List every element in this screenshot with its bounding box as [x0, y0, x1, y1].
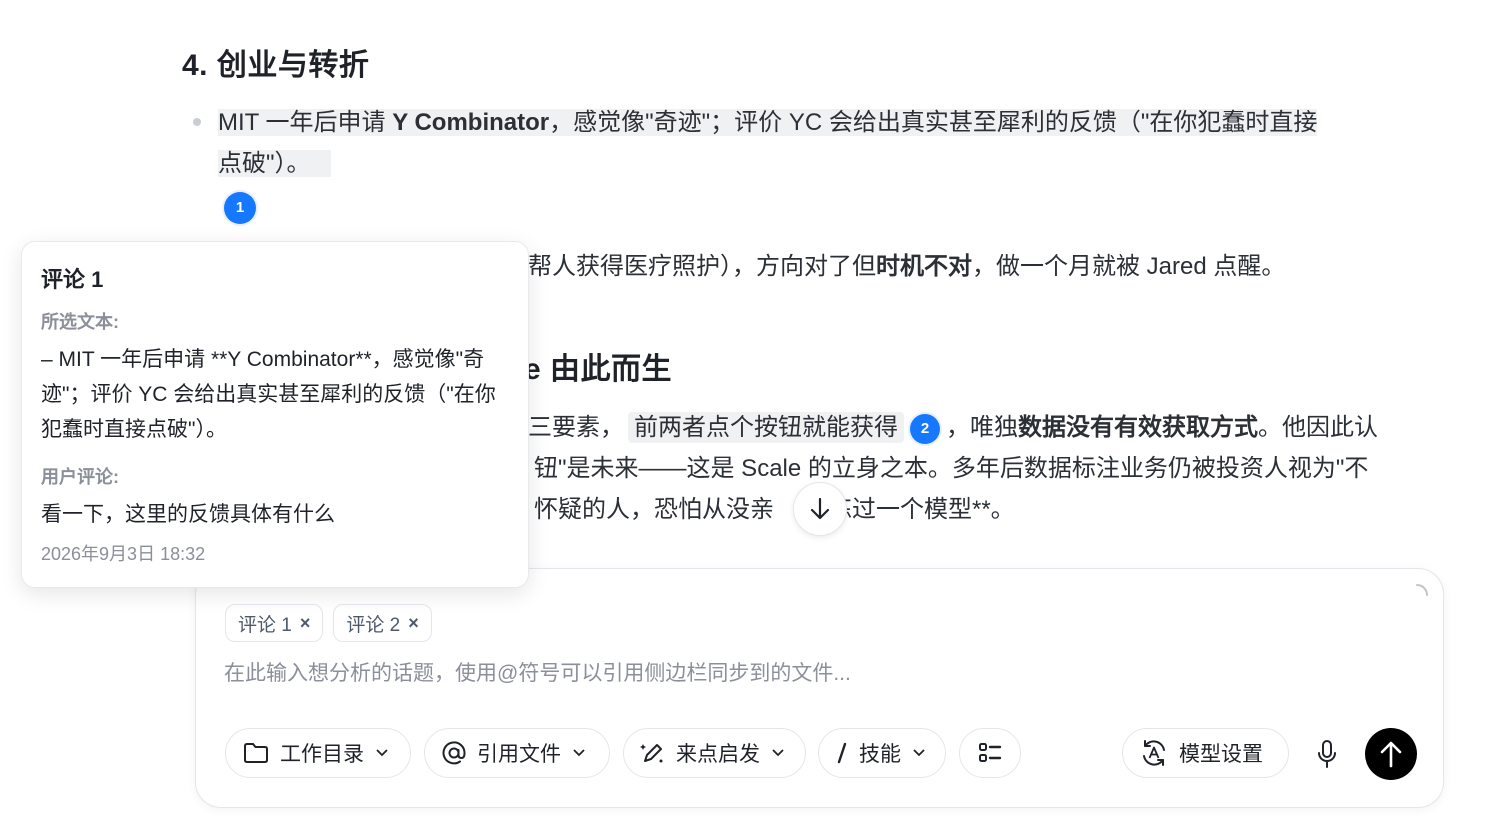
list-layout-icon	[979, 743, 1002, 762]
user-comment-label: 用户评论:	[41, 467, 119, 487]
workdir-button[interactable]: 工作目录	[225, 728, 411, 778]
chevron-down-icon	[376, 749, 388, 757]
model-settings-label: 模型设置	[1179, 743, 1263, 766]
comment-popover: 评论 1 所选文本: – MIT 一年后申请 **Y Combinator**，…	[21, 241, 529, 588]
bullet-text-2: 帮人获得医疗照护），方向对了但时机不对，做一个月就被 Jared 点醒。	[528, 246, 1285, 287]
chat-input[interactable]	[224, 662, 1374, 686]
chevron-down-icon	[772, 749, 784, 757]
paragraph-line-3: 怀疑的人，恐怕从没亲 练过一个模型**。	[534, 489, 1015, 530]
bullet1-bold: Y Combinator	[392, 109, 550, 136]
model-settings-button[interactable]: 模型设置	[1122, 728, 1289, 778]
highlighted-selection-line2[interactable]: 点破"）。	[218, 150, 331, 177]
bullet2-bold: 时机不对	[876, 253, 972, 280]
slash-icon	[837, 742, 847, 764]
comment-marker-1[interactable]: 1	[224, 192, 256, 224]
send-button[interactable]	[1365, 728, 1417, 780]
bullet1-suffix: ，感觉像"奇迹"；评价 YC 会给出真实甚至犀利的反馈（"在你犯蠢时直接	[549, 109, 1318, 136]
skills-button[interactable]: 技能	[818, 728, 946, 778]
highlighted-selection[interactable]: MIT 一年后申请 Y Combinator，感觉像"奇迹"；评价 YC 会给出…	[218, 109, 1318, 136]
paragraph-line-1: 三要素， 前两者点个按钮就能获得 2 ，唯独数据没有有效获取方式。他因此认	[528, 407, 1378, 448]
scroll-to-bottom-button[interactable]	[793, 482, 847, 536]
comment-marker-2[interactable]: 2	[910, 413, 940, 444]
close-icon[interactable]: ×	[408, 613, 419, 634]
folder-icon	[244, 743, 268, 763]
section-heading-4: 4. 创业与转折	[182, 49, 370, 82]
bullet2-prefix: 帮人获得医疗照护），方向对了但	[528, 253, 876, 280]
bullet-text-1: MIT 一年后申请 Y Combinator，感觉像"奇迹"；评价 YC 会给出…	[218, 102, 1448, 184]
highlighted-selection-2[interactable]: 前两者点个按钮就能获得	[628, 412, 904, 443]
bullet1-prefix: MIT 一年后申请	[218, 109, 393, 136]
paragraph-line-2: 钮"是未来——这是 Scale 的立身之本。多年后数据标注业务仍被投资人视为"不	[534, 455, 1369, 482]
chevron-down-icon	[573, 749, 585, 757]
comment-chip[interactable]: 评论 2 ×	[333, 604, 432, 642]
para1-prefix: 三要素，	[528, 414, 624, 441]
loading-spinner-icon	[1416, 584, 1428, 596]
chip-label: 评论 1	[238, 614, 292, 636]
workdir-label: 工作目录	[280, 743, 364, 766]
chat-composer: 评论 1 × 评论 2 × 工作目录 引用文件 来点启发 技能 模型设置	[195, 568, 1444, 808]
bullet2-suffix: ，做一个月就被 Jared 点醒。	[972, 253, 1286, 280]
close-icon[interactable]: ×	[300, 613, 311, 634]
skills-label: 技能	[859, 743, 901, 766]
arrow-up-icon	[1380, 741, 1402, 768]
selected-text: – MIT 一年后申请 **Y Combinator**，感觉像"奇迹"；评价 …	[41, 348, 496, 441]
model-translate-icon	[1143, 740, 1165, 766]
selected-text-label: 所选文本:	[41, 312, 119, 332]
cite-file-label: 引用文件	[477, 743, 561, 766]
inspiration-label: 来点启发	[676, 743, 760, 766]
microphone-button[interactable]	[1313, 739, 1341, 769]
para3-prefix: 怀疑的人，恐怕从没亲	[534, 496, 774, 523]
magic-pen-icon	[640, 744, 663, 763]
microphone-icon	[1318, 740, 1336, 768]
layout-toggle-button[interactable]	[959, 728, 1021, 778]
para1-suffix: 。他因此认	[1258, 414, 1378, 441]
section-heading-5: e 由此而生	[524, 353, 673, 386]
comment-chip-list: 评论 1 × 评论 2 ×	[225, 604, 432, 642]
arrow-down-icon	[810, 497, 830, 520]
para3-suffix: 练过一个模型**。	[828, 496, 1015, 523]
para1-bold: 数据没有有效获取方式	[1018, 414, 1258, 441]
comment-chip[interactable]: 评论 1 ×	[225, 604, 324, 642]
inspiration-button[interactable]: 来点启发	[623, 728, 806, 778]
user-comment: 看一下，这里的反馈具体有什么	[41, 503, 335, 526]
at-sign-icon	[442, 741, 466, 765]
comment-title: 评论 1	[41, 267, 104, 292]
para1-mid: ，唯独	[946, 414, 1018, 441]
chevron-down-icon	[913, 749, 925, 757]
bullet-point	[193, 118, 201, 126]
comment-timestamp: 2026年9月3日 18:32	[41, 544, 206, 564]
chip-label: 评论 2	[346, 614, 401, 636]
cite-file-button[interactable]: 引用文件	[424, 728, 610, 778]
